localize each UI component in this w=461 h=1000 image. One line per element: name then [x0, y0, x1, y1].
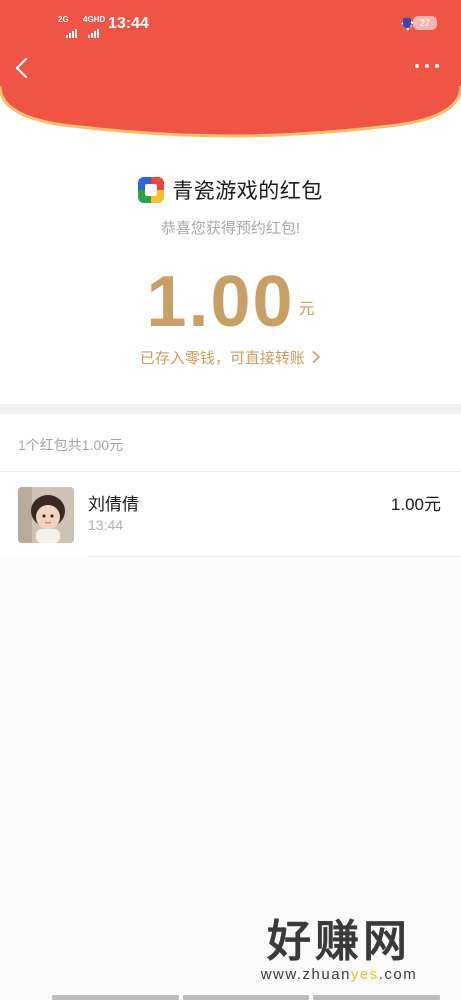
more-dot-icon — [425, 64, 429, 68]
nav-segment[interactable] — [182, 995, 310, 1000]
header-arc: 2G 4GHD 13:44 27 — [0, 0, 461, 140]
watermark-url: www.zhuanyes.com — [239, 966, 439, 983]
more-dot-icon — [435, 64, 439, 68]
watermark-url-suffix: .com — [378, 966, 418, 983]
deposit-text: 已存入零钱，可直接转账 — [139, 350, 305, 367]
status-time: 13:44 — [108, 15, 149, 32]
watermark-url-prefix: www.zhuan — [260, 966, 351, 983]
app-logo-icon — [138, 177, 165, 203]
navigation-bar — [52, 995, 441, 1000]
status-bar: 2G 4GHD 13:44 27 — [0, 10, 461, 38]
more-options-button[interactable] — [415, 64, 439, 72]
shield-icon — [403, 18, 411, 28]
nav-segment[interactable] — [313, 995, 441, 1000]
chevron-right-icon — [312, 350, 321, 364]
signal-1-bars-icon — [66, 20, 78, 38]
avatar — [18, 487, 74, 543]
divider — [0, 471, 461, 472]
watermark: 好赚网 www.zhuanyes.com — [239, 918, 439, 988]
more-dot-icon — [415, 64, 419, 68]
list-item[interactable]: 刘倩倩 13:44 1.00元 — [0, 480, 461, 556]
section-divider — [0, 404, 461, 414]
chevron-left-icon — [15, 57, 28, 79]
signal-2-bars-icon — [88, 20, 100, 38]
sender-row: 青瓷游戏的红包 — [0, 175, 461, 205]
nav-segment[interactable] — [52, 995, 179, 1000]
amount-unit: 元 — [298, 301, 315, 318]
record-name: 刘倩倩 — [88, 495, 139, 514]
amount-display: 1.00 元 — [0, 262, 461, 342]
deposit-link[interactable]: 已存入零钱，可直接转账 — [0, 347, 461, 368]
amount-value: 1.00 — [146, 262, 295, 342]
sender-name: 青瓷游戏的红包 — [172, 180, 323, 203]
back-button[interactable] — [12, 56, 32, 80]
summary-text: 1个红包共1.00元 — [18, 437, 124, 453]
record-time: 13:44 — [88, 517, 124, 533]
record-amount: 1.00元 — [390, 495, 441, 514]
red-packet-detail-page: 2G 4GHD 13:44 27 青瓷游戏的红包 恭喜您获得预约红包! 1.00… — [0, 0, 461, 1000]
watermark-url-highlight: yes — [350, 966, 379, 983]
greeting-message: 恭喜您获得预约红包! — [160, 220, 301, 237]
battery-indicator: 27 — [413, 16, 437, 30]
watermark-title: 好赚网 — [267, 917, 411, 966]
avatar-image — [18, 487, 74, 543]
